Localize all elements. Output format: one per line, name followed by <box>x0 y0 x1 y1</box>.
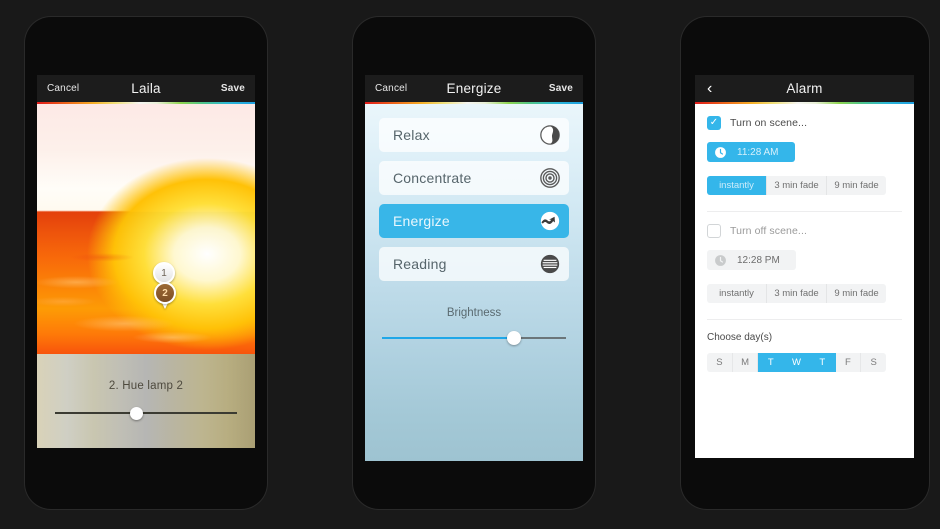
section-divider <box>707 319 902 320</box>
phone-2-screen: Cancel Energize Save Relax Concentrate E… <box>365 75 583 461</box>
phone-1-navbar: Cancel Laila Save <box>37 75 255 102</box>
phone-device-3: ‹ Alarm ✓ Turn on scene... 11:28 AM inst… <box>681 17 929 509</box>
day-sunday[interactable]: S <box>707 353 733 372</box>
cancel-button[interactable]: Cancel <box>375 83 409 94</box>
phone-3-body: ✓ Turn on scene... 11:28 AM instantly 3 … <box>695 104 914 458</box>
sunset-scene-image[interactable]: 1 2 <box>37 104 255 354</box>
phone-1-body: 1 2 2. Hue lamp 2 <box>37 104 255 448</box>
target-icon <box>539 167 561 189</box>
day-thursday[interactable]: T <box>809 353 836 372</box>
phone-1-screen: Cancel Laila Save 1 2 2. Hue lamp 2 <box>37 75 255 448</box>
back-button[interactable]: ‹ <box>705 79 739 97</box>
scene-item-concentrate[interactable]: Concentrate <box>379 161 569 195</box>
lamp-brightness-slider[interactable] <box>55 404 237 422</box>
save-button[interactable]: Save <box>539 83 573 94</box>
phone-2-navbar: Cancel Energize Save <box>365 75 583 102</box>
turn-off-checkbox[interactable] <box>707 224 721 238</box>
cloud-texture <box>37 216 255 354</box>
phone-device-1: Cancel Laila Save 1 2 2. Hue lamp 2 <box>25 17 267 509</box>
turn-off-label: Turn off scene... <box>730 225 807 237</box>
slider-fill <box>382 337 515 339</box>
wave-icon <box>539 210 561 232</box>
day-wednesday[interactable]: W <box>784 353 810 372</box>
fade-option-3min[interactable]: 3 min fade <box>767 284 827 303</box>
turn-on-checkbox[interactable]: ✓ <box>707 116 721 130</box>
chevron-left-icon: ‹ <box>707 79 713 97</box>
brightness-block: Brightness <box>379 307 569 346</box>
day-tuesday[interactable]: T <box>758 353 785 372</box>
clock-icon <box>714 254 727 267</box>
turn-off-scene-row[interactable]: Turn off scene... <box>707 224 902 238</box>
scene-label: Energize <box>393 213 450 229</box>
light-marker-2[interactable]: 2 <box>154 282 176 310</box>
slider-track <box>55 412 237 414</box>
scene-list: Relax Concentrate Energize Reading <box>379 118 569 281</box>
scene-label: Concentrate <box>393 170 472 186</box>
fade-option-instantly[interactable]: instantly <box>707 176 767 195</box>
turn-off-time-value: 12:28 PM <box>737 254 780 266</box>
fade-option-3min[interactable]: 3 min fade <box>767 176 827 195</box>
scene-label: Relax <box>393 127 430 143</box>
save-button[interactable]: Save <box>211 83 245 94</box>
turn-on-time-value: 11:28 AM <box>737 146 779 158</box>
marker-pin-label: 1 <box>153 262 175 284</box>
phone-2-body: Relax Concentrate Energize Reading Brigh… <box>365 104 583 461</box>
turn-on-time-button[interactable]: 11:28 AM <box>707 142 795 162</box>
section-divider <box>707 211 902 212</box>
day-saturday[interactable]: S <box>861 353 886 372</box>
slider-knob[interactable] <box>130 406 144 420</box>
marker-pin-label: 2 <box>154 282 176 304</box>
scene-label: Reading <box>393 256 447 272</box>
clock-icon <box>714 146 727 159</box>
lamp-name-label: 2. Hue lamp 2 <box>108 380 184 392</box>
fade-option-9min[interactable]: 9 min fade <box>827 284 886 303</box>
brightness-label: Brightness <box>446 307 502 319</box>
brightness-slider[interactable] <box>382 330 566 346</box>
turn-on-scene-row[interactable]: ✓ Turn on scene... <box>707 116 902 130</box>
cancel-button[interactable]: Cancel <box>47 83 81 94</box>
day-selector: S M T W T F S <box>707 353 886 372</box>
lines-circle-icon <box>539 253 561 275</box>
lamp-control-panel: 2. Hue lamp 2 <box>37 354 255 448</box>
slider-knob[interactable] <box>507 331 522 345</box>
scene-item-relax[interactable]: Relax <box>379 118 569 152</box>
fade-option-9min[interactable]: 9 min fade <box>827 176 886 195</box>
choose-days-label: Choose day(s) <box>707 332 773 343</box>
day-monday[interactable]: M <box>732 353 759 372</box>
turn-off-time-button[interactable]: 12:28 PM <box>707 250 796 270</box>
turn-on-fade-segmented: instantly 3 min fade 9 min fade <box>707 176 886 195</box>
phone-3-navbar: ‹ Alarm <box>695 75 914 102</box>
phone-3-screen: ‹ Alarm ✓ Turn on scene... 11:28 AM inst… <box>695 75 914 458</box>
scene-item-energize[interactable]: Energize <box>379 204 569 238</box>
checkmark-icon: ✓ <box>709 117 719 128</box>
yin-yang-icon <box>539 124 561 146</box>
day-friday[interactable]: F <box>835 353 862 372</box>
fade-option-instantly[interactable]: instantly <box>707 284 767 303</box>
phone-device-2: Cancel Energize Save Relax Concentrate E… <box>353 17 595 509</box>
scene-item-reading[interactable]: Reading <box>379 247 569 281</box>
screenshot-stage: Cancel Laila Save 1 2 2. Hue lamp 2 Canc… <box>0 0 940 529</box>
turn-off-fade-segmented: instantly 3 min fade 9 min fade <box>707 284 886 303</box>
turn-on-label: Turn on scene... <box>730 117 808 129</box>
